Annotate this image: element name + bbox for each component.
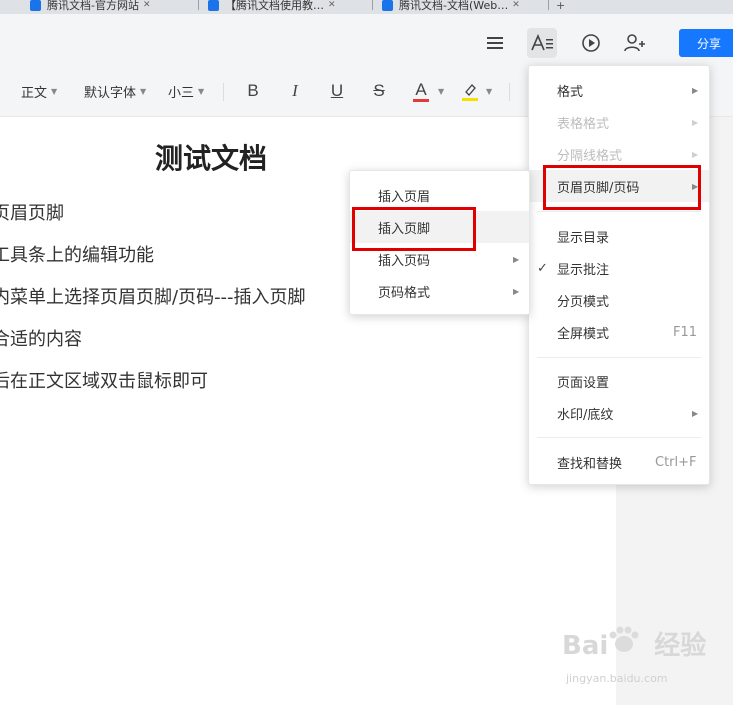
doc-paragraph[interactable]: 内菜单上选择页眉页脚/页码---插入页脚	[0, 283, 306, 309]
font-size-select[interactable]: 小三 ▼	[168, 66, 204, 116]
menu-item-fullscreen[interactable]: 全屏模式 F11	[529, 316, 709, 348]
favicon-icon	[208, 0, 219, 11]
browser-tab[interactable]: 腾讯文档-官方网站 ✕	[30, 0, 190, 14]
highlight-dropdown[interactable]: ▼	[482, 66, 492, 116]
submenu-item-page-number-format[interactable]: 页码格式 ▶	[350, 275, 529, 307]
menu-item-watermark[interactable]: 水印/底纹 ▶	[529, 397, 709, 429]
doc-paragraph[interactable]: 后在正文区域双击鼠标即可	[0, 367, 208, 393]
check-icon: ✓	[537, 260, 548, 276]
caret-down-icon: ▼	[198, 86, 205, 96]
highlighter-icon	[465, 83, 476, 96]
browser-tab[interactable]: 【腾讯文档使用教… ✕	[208, 0, 366, 14]
menu-icon[interactable]	[480, 28, 510, 58]
browser-tab[interactable]: 腾讯文档-文档(Web… ✕	[382, 0, 542, 14]
underline-button[interactable]: U	[324, 78, 350, 104]
doc-paragraph[interactable]: 工具条上的编辑功能	[0, 241, 154, 267]
menu-item-show-comments[interactable]: ✓ 显示批注	[529, 252, 709, 284]
tab-title: 腾讯文档-文档(Web…	[399, 0, 509, 12]
watermark-domain: jingyan.baidu.com	[566, 672, 668, 685]
text-format-icon[interactable]	[527, 28, 557, 58]
menu-item-divider-format: 分隔线格式 ▶	[557, 148, 699, 164]
chevron-right-icon: ▶	[692, 408, 699, 418]
paw-logo-icon	[609, 626, 639, 652]
font-color-swatch	[413, 98, 429, 102]
share-button[interactable]: 分享	[679, 29, 733, 57]
menu-item-find-replace[interactable]: 查找和替换 Ctrl+F	[529, 446, 709, 478]
favicon-icon	[382, 0, 393, 11]
menu-item-show-toc[interactable]: 显示目录	[529, 220, 709, 252]
italic-button[interactable]: I	[282, 78, 308, 104]
chevron-right-icon: ▶	[692, 85, 699, 95]
menu-item-format[interactable]: 格式 ▶	[529, 74, 709, 106]
font-color-button[interactable]: A	[408, 78, 434, 104]
highlight-button[interactable]	[457, 78, 483, 104]
chevron-right-icon: ▶	[692, 117, 699, 127]
header-footer-submenu: 插入页眉 插入页脚 插入页码 ▶ 页码格式 ▶	[349, 170, 530, 315]
favicon-icon	[30, 0, 41, 11]
font-color-dropdown[interactable]: ▼	[434, 66, 444, 116]
caret-down-icon: ▼	[486, 86, 493, 96]
submenu-item-insert-page-number[interactable]: 插入页码 ▶	[350, 243, 529, 275]
doc-paragraph[interactable]: 页眉页脚	[0, 199, 64, 225]
bold-button[interactable]: B	[240, 78, 266, 104]
close-icon[interactable]: ✕	[143, 0, 151, 10]
menu-item-page-setup[interactable]: 页面设置	[529, 365, 709, 397]
chevron-right-icon: ▶	[513, 286, 520, 296]
menu-item-header-footer[interactable]: 页眉页脚/页码 ▶	[529, 170, 709, 202]
submenu-item-insert-header[interactable]: 插入页眉	[350, 179, 529, 211]
app-header: 分享	[0, 14, 733, 66]
close-icon[interactable]: ✕	[512, 0, 520, 10]
new-tab-button[interactable]: +	[556, 0, 570, 14]
tab-title: 【腾讯文档使用教…	[225, 0, 324, 12]
strikethrough-button[interactable]: S	[366, 78, 392, 104]
font-family-select[interactable]: 默认字体 ▼	[84, 66, 146, 116]
document-title[interactable]: 测试文档	[155, 137, 267, 177]
caret-down-icon: ▼	[438, 86, 445, 96]
caret-down-icon: ▼	[140, 86, 147, 96]
add-user-icon[interactable]	[620, 28, 650, 58]
chevron-right-icon: ▶	[513, 254, 520, 264]
view-menu: 格式 ▶ 表格格式 ▶ 分隔线格式 ▶ 页眉页脚/页码 ▶ 显示目录 ✓ 显示批…	[528, 65, 710, 485]
browser-tab-strip: 腾讯文档-官方网站 ✕ 【腾讯文档使用教… ✕ 腾讯文档-文档(Web… ✕ +	[0, 0, 733, 14]
submenu-item-insert-footer[interactable]: 插入页脚	[350, 211, 529, 243]
tab-title: 腾讯文档-官方网站	[47, 0, 139, 12]
style-select[interactable]: 正文 ▼	[21, 66, 57, 116]
play-icon[interactable]	[576, 28, 606, 58]
chevron-right-icon: ▶	[692, 149, 699, 159]
doc-paragraph[interactable]: 合适的内容	[0, 325, 82, 351]
menu-item-table-format: 表格格式 ▶	[557, 116, 699, 132]
caret-down-icon: ▼	[51, 86, 58, 96]
close-icon[interactable]: ✕	[328, 0, 336, 10]
highlight-swatch	[462, 97, 478, 101]
menu-item-page-mode[interactable]: 分页模式	[529, 284, 709, 316]
chevron-right-icon: ▶	[692, 181, 699, 191]
